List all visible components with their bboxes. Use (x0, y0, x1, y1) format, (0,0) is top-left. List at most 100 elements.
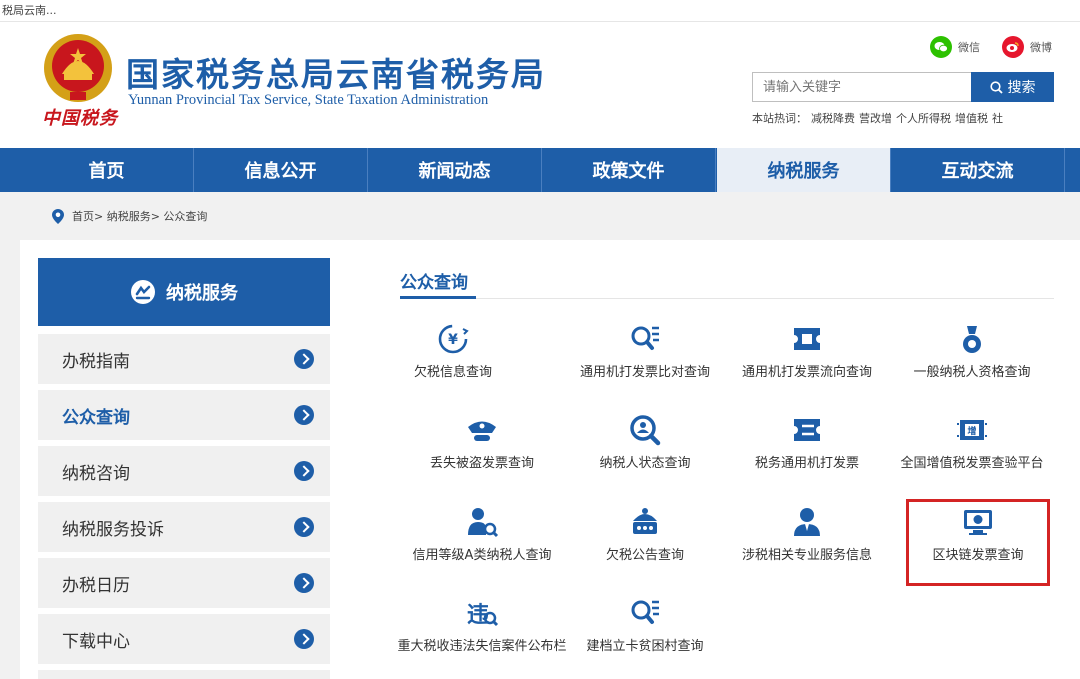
nav-news[interactable]: 新闻动态 (368, 148, 542, 192)
nav-tax-service[interactable]: 纳税服务 (717, 148, 891, 192)
weibo-link[interactable]: 微博 (1002, 36, 1052, 58)
tab-title: 税局云南... (2, 4, 57, 17)
service-label: 税务通用机打发票 (754, 456, 859, 471)
service-label: 欠税信息查询 (413, 365, 492, 380)
sidebar-item-label: 办税日历 (62, 575, 130, 596)
professional-person-icon (794, 508, 820, 536)
nav-interaction[interactable]: 互动交流 (891, 148, 1065, 192)
breadcrumb-text[interactable]: 首页> 纳税服务> 公众查询 (72, 208, 207, 224)
sidebar-item-calendar[interactable]: 办税日历 (38, 558, 330, 608)
hot-word[interactable]: 社 (992, 112, 1003, 125)
section-divider (400, 298, 1054, 299)
nav-info-disclosure[interactable]: 信息公开 (194, 148, 368, 192)
taxpayer-qualification-icon (963, 326, 981, 353)
service-label: 丢失被盗发票查询 (429, 456, 534, 471)
service-item[interactable]: 通用机打发票流向查询 (722, 322, 892, 384)
tax-service-icon (131, 280, 155, 304)
credit-taxpayer-icon (468, 508, 499, 538)
site-subtitle: Yunnan Provincial Tax Service, State Tax… (128, 92, 489, 108)
service-label: 涉税相关专业服务信息 (741, 548, 872, 563)
search-input[interactable] (752, 72, 972, 102)
invoice-icon (794, 419, 820, 441)
hot-word[interactable]: 减税降费 (811, 112, 855, 125)
sidebar-item-complaint[interactable]: 纳税服务投诉 (38, 502, 330, 552)
weibo-label: 微博 (1030, 41, 1052, 54)
service-item[interactable]: 违 重大税收违法失信案件公布栏 (397, 596, 567, 658)
taxpayer-status-icon (630, 415, 661, 446)
site-title[interactable]: 国家税务总局云南省税务局 (126, 48, 546, 96)
section-title: 公众查询 (400, 273, 468, 293)
sidebar-item-more (38, 670, 330, 679)
service-item[interactable]: ¥ 欠税信息查询 (368, 322, 538, 384)
service-item[interactable]: 涉税相关专业服务信息 (722, 505, 892, 567)
nav-home[interactable]: 首页 (20, 148, 194, 192)
tax-violation-icon: 违 (467, 602, 499, 628)
police-cap-icon (468, 421, 496, 441)
chevron-right-icon (294, 517, 314, 537)
location-pin-icon (52, 208, 64, 224)
sidebar-title-label: 纳税服务 (166, 283, 238, 304)
sidebar-item-label: 纳税服务投诉 (62, 519, 164, 540)
service-label: 通用机打发票流向查询 (741, 365, 872, 380)
sidebar-item-label: 下载中心 (62, 631, 130, 652)
main-nav: 首页 信息公开 新闻动态 政策文件 纳税服务 互动交流 (0, 148, 1080, 192)
ticket-icon (794, 328, 820, 350)
svg-text:增: 增 (967, 425, 976, 437)
service-item[interactable]: 纳税人状态查询 (560, 413, 730, 475)
wechat-label: 微信 (958, 41, 980, 54)
service-item[interactable]: 一般纳税人资格查询 (887, 322, 1057, 384)
hot-word[interactable]: 营改增 (859, 112, 892, 125)
service-label: 全国增值税发票查验平台 (900, 456, 1044, 471)
hot-words: 本站热词： 减税降费 营改增 个人所得税 增值税社 (752, 110, 1007, 126)
sidebar-item-label: 公众查询 (62, 407, 130, 428)
hot-word[interactable]: 个人所得税 (896, 112, 951, 125)
service-item[interactable]: 信用等级A类纳税人查询 (397, 505, 567, 567)
chevron-right-icon (294, 573, 314, 593)
vat-chip-icon: 增 (957, 420, 987, 440)
hot-words-label: 本站热词： (752, 112, 807, 125)
service-item[interactable]: 增 全国增值税发票查验平台 (887, 413, 1057, 475)
announcement-icon (633, 508, 657, 534)
service-label: 重大税收违法失信案件公布栏 (397, 639, 567, 654)
svg-text:¥: ¥ (448, 332, 458, 348)
chevron-right-icon (294, 629, 314, 649)
browser-tab[interactable]: 税局云南... (0, 0, 1080, 22)
service-label: 纳税人状态查询 (599, 456, 691, 471)
weibo-icon (1002, 36, 1024, 58)
service-label: 建档立卡贫困村查询 (586, 639, 704, 654)
service-item[interactable]: 建档立卡贫困村查询 (560, 596, 730, 658)
site-header: 中国税务 国家税务总局云南省税务局 Yunnan Provincial Tax … (0, 22, 1080, 148)
sidebar-title: 纳税服务 (38, 258, 330, 326)
service-label: 欠税公告查询 (605, 548, 684, 563)
search-button-label: 搜索 (1007, 79, 1036, 95)
sidebar-item-label: 办税指南 (62, 351, 130, 372)
search-button[interactable]: 搜索 (971, 72, 1054, 102)
sidebar-item-label: 纳税咨询 (62, 463, 130, 484)
chevron-right-icon (294, 405, 314, 425)
hot-word[interactable]: 增值税 (955, 112, 988, 125)
tax-logo-text: 中国税务 (42, 108, 118, 129)
service-label: 信用等级A类纳税人查询 (412, 548, 552, 563)
wechat-link[interactable]: 微信 (930, 36, 980, 58)
sidebar-item-public-query[interactable]: 公众查询 (38, 390, 330, 440)
service-item[interactable]: 税务通用机打发票 (722, 413, 892, 475)
service-label: 一般纳税人资格查询 (913, 365, 1031, 380)
section-underline (400, 296, 476, 299)
nav-policy[interactable]: 政策文件 (542, 148, 716, 192)
service-item[interactable]: 通用机打发票比对查询 (560, 322, 730, 384)
service-item[interactable]: 丢失被盗发票查询 (397, 413, 567, 475)
national-emblem-icon (44, 34, 112, 102)
search-list-icon (631, 600, 659, 624)
service-label: 通用机打发票比对查询 (579, 365, 710, 380)
sidebar-item-consulting[interactable]: 纳税咨询 (38, 446, 330, 496)
wechat-icon (930, 36, 952, 58)
breadcrumb: 首页> 纳税服务> 公众查询 (52, 208, 207, 224)
sidebar-item-guide[interactable]: 办税指南 (38, 334, 330, 384)
highlight-box (906, 499, 1050, 586)
service-item[interactable]: 欠税公告查询 (560, 505, 730, 567)
chevron-right-icon (294, 349, 314, 369)
tax-arrears-icon: ¥ (438, 324, 469, 354)
search-icon (989, 80, 1003, 94)
sidebar-item-download[interactable]: 下载中心 (38, 614, 330, 664)
chevron-right-icon (294, 461, 314, 481)
